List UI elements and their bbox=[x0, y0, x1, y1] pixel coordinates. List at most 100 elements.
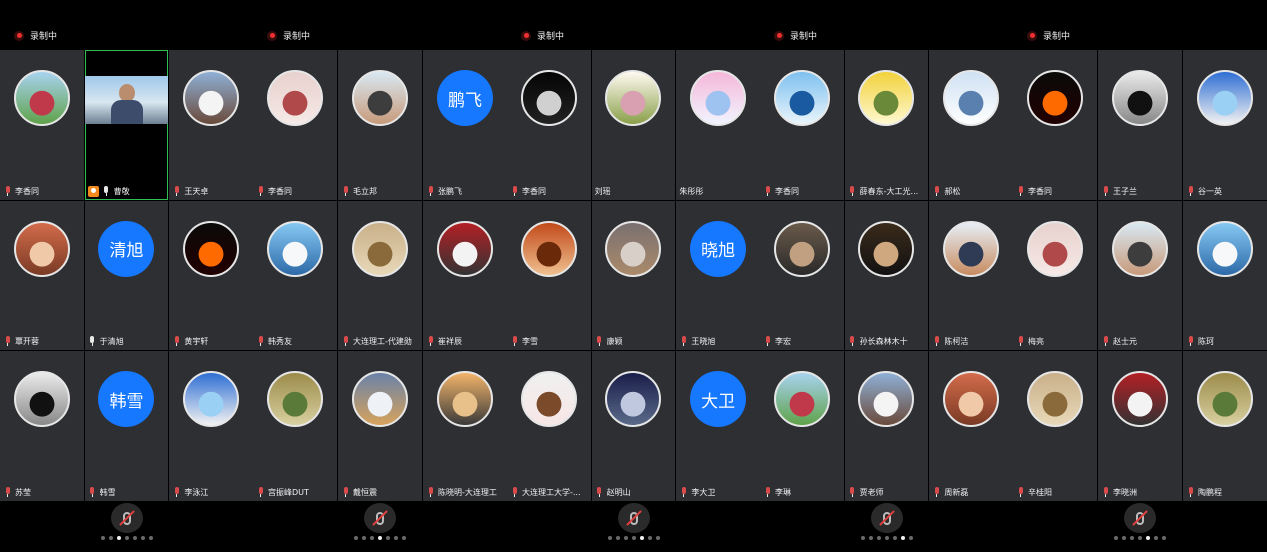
participant-tile[interactable]: 李雪 bbox=[507, 200, 591, 351]
page-dot[interactable] bbox=[108, 536, 113, 540]
page-dot[interactable] bbox=[1154, 536, 1158, 540]
mute-button[interactable] bbox=[364, 503, 396, 533]
page-dot[interactable] bbox=[1162, 536, 1166, 540]
page-dot[interactable] bbox=[647, 536, 652, 540]
participant-tile[interactable]: 宫振峰DUT bbox=[253, 351, 337, 501]
page-dot[interactable] bbox=[100, 536, 105, 540]
page-dot[interactable] bbox=[394, 536, 398, 540]
page-dot[interactable] bbox=[1114, 536, 1118, 540]
participant-name: 覃开蓉 bbox=[15, 337, 39, 347]
avatar bbox=[858, 371, 915, 428]
page-dot[interactable] bbox=[362, 536, 366, 540]
participant-tile[interactable]: 梅亮 bbox=[1013, 200, 1097, 351]
participant-tile[interactable]: 曹敬 bbox=[84, 50, 169, 200]
page-dot[interactable] bbox=[378, 536, 382, 540]
participant-tile[interactable]: 陈珂 bbox=[1183, 200, 1267, 351]
participant-tile[interactable]: 陈柯洁 bbox=[929, 200, 1013, 351]
participant-namebar: 王子兰 bbox=[1101, 185, 1180, 198]
avatar bbox=[605, 220, 662, 277]
participant-tile[interactable]: 晓旭 王晓旭 bbox=[676, 200, 760, 351]
participant-tile[interactable]: 鹏飞 张鹏飞 bbox=[423, 50, 507, 200]
page-dot[interactable] bbox=[1138, 536, 1142, 540]
participant-tile[interactable]: 贾老师 bbox=[844, 351, 929, 501]
participant-tile[interactable]: 毛立邦 bbox=[338, 50, 422, 200]
participant-tile[interactable]: 孙长森林木十 bbox=[844, 200, 929, 351]
participant-tile[interactable]: 李泳江 bbox=[169, 351, 253, 501]
participant-tile[interactable]: 韩雪 韩雪 bbox=[84, 351, 169, 501]
participant-tile[interactable]: 康颖 bbox=[591, 200, 676, 351]
page-dot[interactable] bbox=[655, 536, 660, 540]
participant-tile[interactable]: 李晓洲 bbox=[1098, 351, 1182, 501]
page-dot[interactable] bbox=[124, 536, 129, 540]
participant-tile[interactable]: 辛桂阳 bbox=[1013, 351, 1097, 501]
page-dot[interactable] bbox=[868, 536, 873, 540]
page-dot[interactable] bbox=[884, 536, 889, 540]
participant-tile[interactable]: 陈晓明-大连理工 bbox=[423, 351, 507, 501]
page-dot[interactable] bbox=[370, 536, 374, 540]
mute-button[interactable] bbox=[617, 503, 650, 533]
participant-grid: 李香同 薛春东-大工光... 郝松李宏 孙长森林木十 陈柯洁李琳 贾老师 周新磊 bbox=[760, 50, 1013, 501]
participant-namebar: 李宏 bbox=[763, 335, 842, 348]
participant-tile[interactable]: 大卫 李大卫 bbox=[676, 351, 760, 501]
participant-tile[interactable]: 朱彤彤 bbox=[676, 50, 760, 200]
participant-tile[interactable]: 黄宇轩 bbox=[169, 200, 253, 351]
page-dot[interactable] bbox=[402, 536, 406, 540]
page-dot[interactable] bbox=[876, 536, 881, 540]
participant-tile[interactable]: 覃开蓉 bbox=[0, 200, 84, 351]
participant-tile[interactable]: 李琳 bbox=[760, 351, 844, 501]
participant-tile[interactable]: 王天卓 bbox=[169, 50, 253, 200]
page-dot[interactable] bbox=[148, 536, 153, 540]
participant-tile[interactable]: 郝松 bbox=[929, 50, 1013, 200]
avatar bbox=[773, 220, 830, 277]
participant-tile[interactable]: 戴恒震 bbox=[338, 351, 422, 501]
page-dot[interactable] bbox=[631, 536, 636, 540]
page-dot[interactable] bbox=[354, 536, 358, 540]
page-dot[interactable] bbox=[386, 536, 390, 540]
page-dot[interactable] bbox=[860, 536, 865, 540]
page-dot[interactable] bbox=[140, 536, 145, 540]
page-dot[interactable] bbox=[607, 536, 612, 540]
participant-tile[interactable]: 大连理工大学-... bbox=[507, 351, 591, 501]
mute-button[interactable] bbox=[110, 503, 143, 533]
participant-tile[interactable]: 崔祥辰 bbox=[423, 200, 507, 351]
page-dot[interactable] bbox=[639, 536, 644, 540]
participant-tile[interactable]: 李香同 bbox=[0, 50, 84, 200]
participant-tile[interactable]: 李香同 bbox=[760, 50, 844, 200]
page-dot[interactable] bbox=[623, 536, 628, 540]
mute-button[interactable] bbox=[870, 503, 903, 533]
page-dot[interactable] bbox=[1130, 536, 1134, 540]
participant-tile[interactable]: 薛春东-大工光... bbox=[844, 50, 929, 200]
participant-tile[interactable]: 谷一英 bbox=[1183, 50, 1267, 200]
participant-tile[interactable]: 韩秀友 bbox=[253, 200, 337, 351]
participant-tile[interactable]: 李香同 bbox=[507, 50, 591, 200]
participant-tile[interactable]: 李香同 bbox=[253, 50, 337, 200]
page-dot[interactable] bbox=[1146, 536, 1150, 540]
mic-muted-icon bbox=[172, 487, 181, 498]
participant-name: 李大卫 bbox=[691, 488, 716, 497]
participant-tile[interactable]: 周新磊 bbox=[929, 351, 1013, 501]
participant-name: 张鹏飞 bbox=[438, 186, 462, 196]
mic-muted-icon bbox=[256, 487, 265, 498]
page-dot[interactable] bbox=[892, 536, 897, 540]
participant-tile[interactable]: 李宏 bbox=[760, 200, 844, 351]
participant-tile[interactable]: 陶鹏程 bbox=[1183, 351, 1267, 501]
page-dot[interactable] bbox=[1122, 536, 1126, 540]
page-dot[interactable] bbox=[908, 536, 913, 540]
mute-button[interactable] bbox=[1124, 503, 1156, 533]
participant-tile[interactable]: 清旭 于清旭 bbox=[84, 200, 169, 351]
participant-tile[interactable]: 李香同 bbox=[1013, 50, 1097, 200]
participant-tile[interactable]: 赵明山 bbox=[591, 351, 676, 501]
mic-muted-icon bbox=[3, 185, 12, 197]
avatar bbox=[858, 70, 915, 126]
participant-tile[interactable]: 大连理工-代建勋 bbox=[338, 200, 422, 351]
page-dot[interactable] bbox=[615, 536, 620, 540]
page-dot[interactable] bbox=[132, 536, 137, 540]
participant-tile[interactable]: 王子兰 bbox=[1098, 50, 1182, 200]
avatar bbox=[1197, 220, 1253, 277]
participant-tile[interactable]: 刘瑶 bbox=[591, 50, 676, 200]
participant-tile[interactable]: 苏莹 bbox=[0, 351, 84, 501]
page-dot[interactable] bbox=[900, 536, 905, 540]
page-dot[interactable] bbox=[116, 536, 121, 540]
participant-tile[interactable]: 赵士元 bbox=[1098, 200, 1182, 351]
mic-muted-icon bbox=[679, 487, 688, 498]
